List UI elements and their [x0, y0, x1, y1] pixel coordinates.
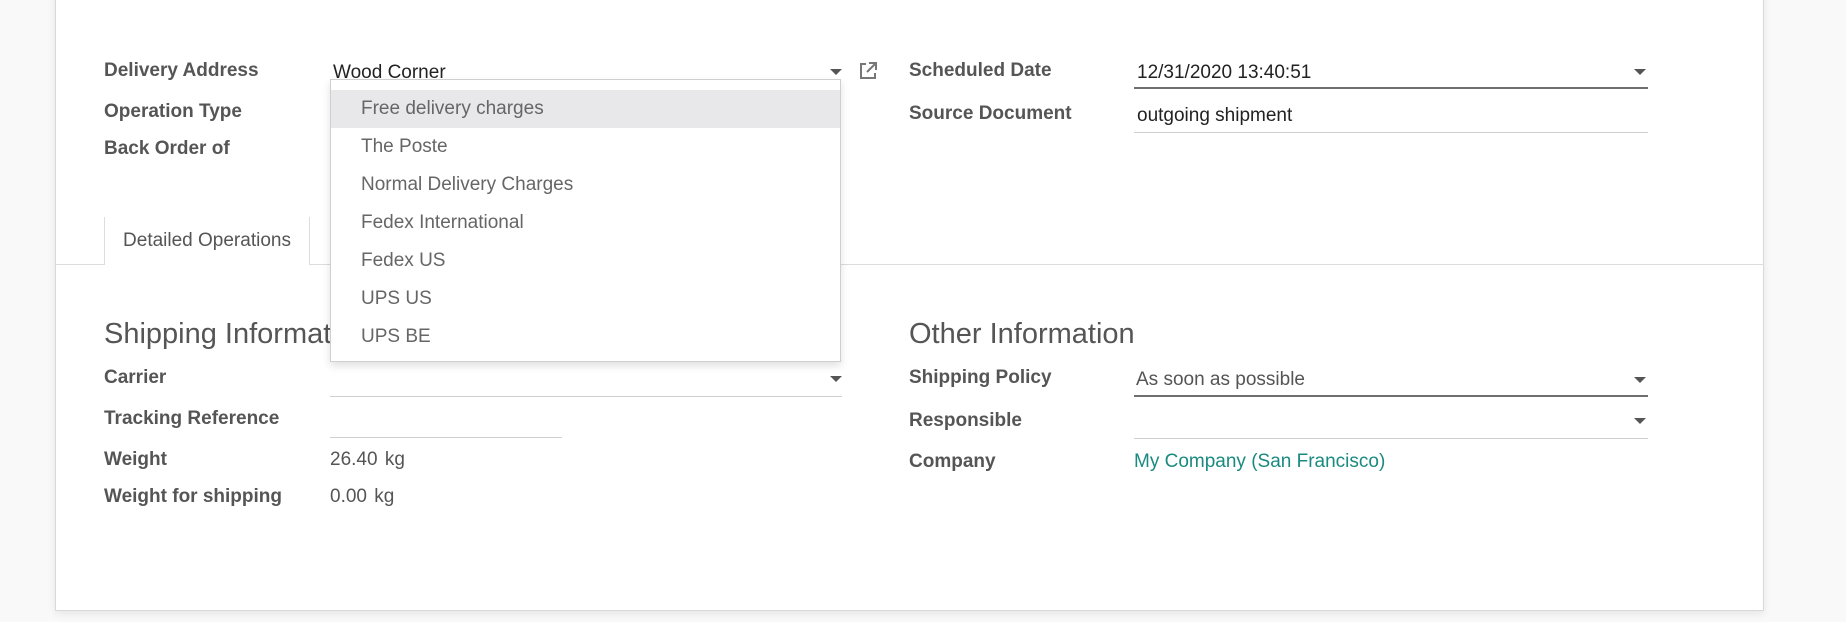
responsible-caret-down-icon[interactable] [1634, 418, 1646, 424]
record-title-fragment [52, 0, 372, 6]
dropdown-option-ups-be[interactable]: UPS BE [331, 318, 840, 356]
carrier-caret-down-icon[interactable] [830, 376, 842, 382]
tracking-reference-input[interactable] [330, 437, 562, 438]
title-fragment-glyphs [52, 0, 372, 6]
scheduled-date-input[interactable]: 12/31/2020 13:40:51 [1137, 62, 1311, 84]
weight-label: Weight [104, 449, 167, 470]
dropdown-option-fedex-international[interactable]: Fedex International [331, 204, 840, 242]
weight-value: 26.40 kg [330, 449, 405, 471]
source-document-input[interactable]: outgoing shipment [1137, 105, 1292, 127]
tab-detailed-operations[interactable]: Detailed Operations [104, 217, 310, 265]
shipping-policy-select[interactable]: As soon as possible [1136, 369, 1305, 391]
company-label: Company [909, 451, 996, 472]
scheduled-date-label: Scheduled Date [909, 60, 1052, 81]
carrier-label: Carrier [104, 367, 167, 388]
carrier-input[interactable] [330, 396, 842, 397]
dropdown-option-normal-delivery-charges[interactable]: Normal Delivery Charges [331, 166, 840, 204]
form-sheet [55, 0, 1764, 611]
weight-unit: kg [384, 449, 405, 470]
other-information-title: Other Information [909, 318, 1135, 350]
responsible-label: Responsible [909, 410, 1022, 431]
shipping-policy-caret-down-icon[interactable] [1634, 377, 1646, 383]
operation-type-label: Operation Type [104, 101, 242, 122]
tabs-divider [55, 264, 1764, 265]
scheduled-date-caret-down-icon[interactable] [1634, 69, 1646, 75]
back-order-label: Back Order of [104, 138, 230, 159]
delivery-address-label: Delivery Address [104, 60, 259, 81]
dropdown-option-fedex-us[interactable]: Fedex US [331, 242, 840, 280]
weight-for-shipping-value: 0.00 kg [330, 486, 394, 508]
scheduled-date-underline [1134, 87, 1648, 89]
carrier-dropdown-menu: Free delivery charges The Poste Normal D… [330, 79, 841, 362]
weight-for-shipping-label: Weight for shipping [104, 486, 283, 507]
source-document-label: Source Document [909, 103, 1072, 124]
company-link[interactable]: My Company (San Francisco) [1134, 451, 1385, 473]
shipping-information-title: Shipping Informat [104, 318, 332, 350]
dropdown-option-free-delivery-charges[interactable]: Free delivery charges [331, 90, 840, 128]
shipping-policy-underline [1134, 395, 1648, 397]
dropdown-option-the-poste[interactable]: The Poste [331, 128, 840, 166]
responsible-input[interactable] [1134, 438, 1648, 439]
weight-for-shipping-unit: kg [374, 486, 395, 507]
external-link-icon[interactable] [857, 60, 879, 82]
tracking-reference-label: Tracking Reference [104, 408, 280, 429]
dropdown-option-ups-us[interactable]: UPS US [331, 280, 840, 318]
shipping-policy-label: Shipping Policy [909, 367, 1052, 388]
weight-number: 26.40 [330, 449, 378, 470]
delivery-address-caret-down-icon[interactable] [830, 69, 842, 75]
source-document-underline [1134, 132, 1648, 133]
weight-for-shipping-number: 0.00 [330, 486, 367, 507]
